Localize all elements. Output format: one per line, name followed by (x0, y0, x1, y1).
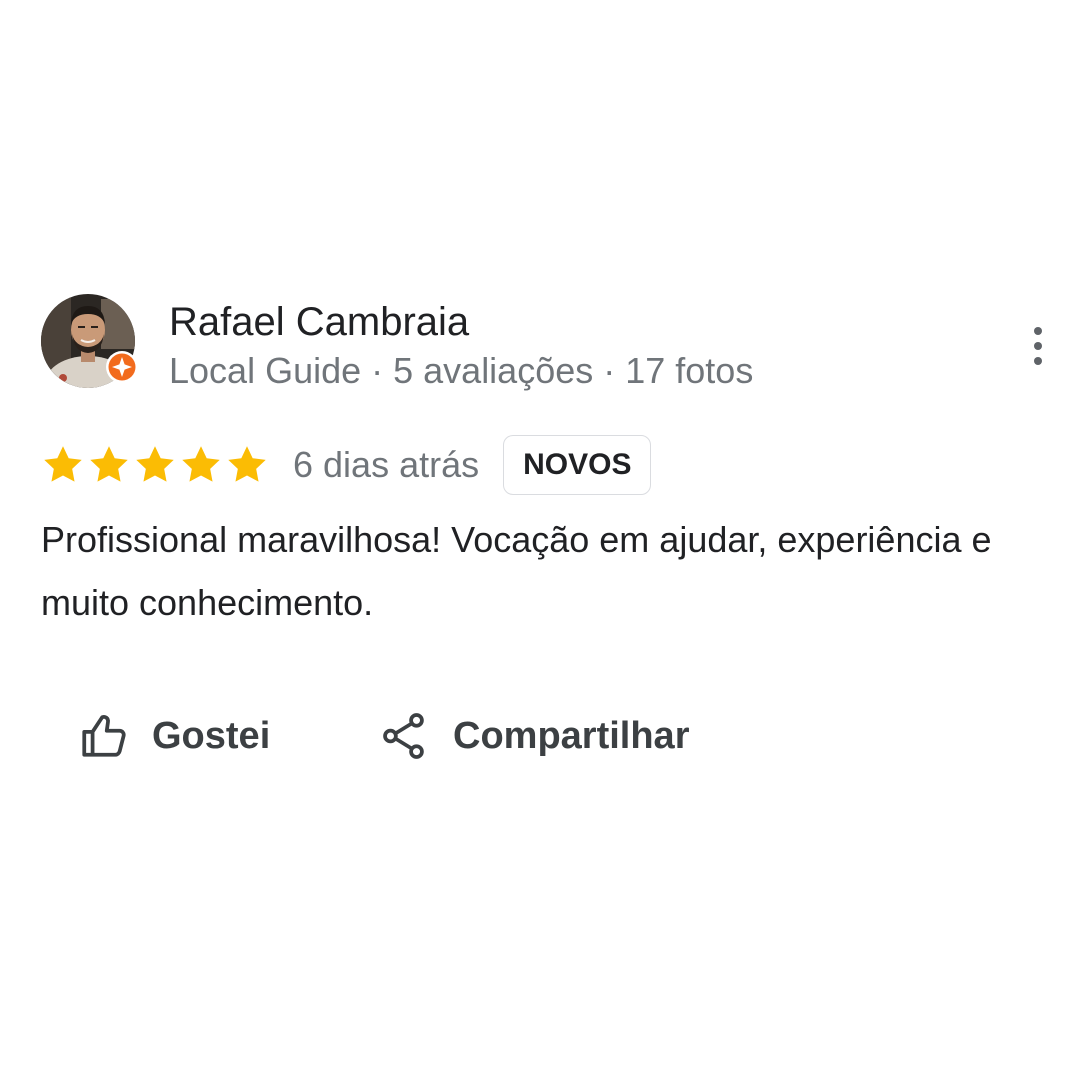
star-rating (41, 443, 269, 487)
author-name[interactable]: Rafael Cambraia (169, 298, 469, 346)
local-guide-badge-icon (105, 350, 139, 384)
author-meta: Local Guide · 5 avaliações · 17 fotos (169, 350, 754, 391)
review-date: 6 dias atrás (293, 444, 480, 485)
like-button[interactable]: Gostei (78, 704, 270, 768)
more-vert-icon (1034, 327, 1042, 365)
share-label: Compartilhar (453, 714, 690, 757)
new-badge: NOVOS (503, 435, 652, 495)
like-label: Gostei (152, 714, 271, 757)
thumb-up-icon (82, 715, 126, 757)
star-icon (228, 446, 266, 482)
review-text: Profissional maravilhosa! Vocação em aju… (41, 519, 992, 623)
share-icon (383, 713, 424, 759)
share-button[interactable]: Compartilhar (379, 704, 689, 768)
star-icon (44, 446, 82, 482)
more-options-button[interactable] (1018, 322, 1058, 370)
author-avatar[interactable] (41, 294, 138, 388)
rating-row: 6 dias atrás NOVOS (41, 434, 652, 496)
star-icon (136, 446, 174, 482)
review-card: Rafael Cambraia Local Guide · 5 avaliaçõ… (0, 0, 1080, 1080)
star-icon (182, 446, 220, 482)
star-icon (90, 446, 128, 482)
